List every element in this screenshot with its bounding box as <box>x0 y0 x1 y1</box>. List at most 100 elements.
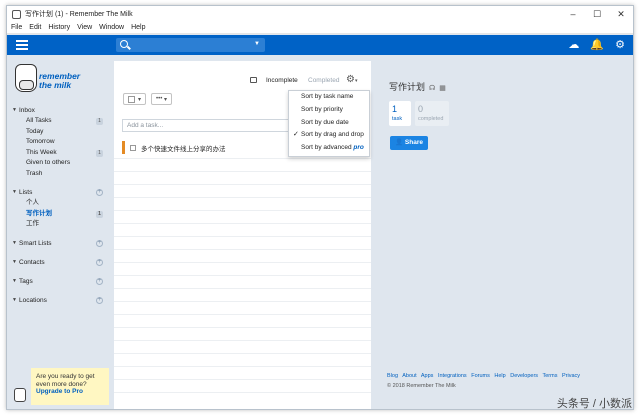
add-contact-icon[interactable]: + <box>96 259 103 266</box>
stat-tasks[interactable]: 1 task <box>389 101 411 126</box>
menu-file[interactable]: File <box>11 24 22 31</box>
footer-link-about[interactable]: About <box>402 373 416 379</box>
sort-by-priority[interactable]: Sort by priority <box>289 104 369 117</box>
sidebar: rememberthe milk ▼ Inbox All Tasks1 Toda… <box>7 55 111 410</box>
window-title: 写作计划 (1) - Remember The Milk <box>25 9 133 19</box>
footer-link-apps[interactable]: Apps <box>421 373 434 379</box>
list-rule <box>114 379 371 380</box>
list-rule <box>114 314 371 315</box>
cloud-sync-icon[interactable]: ☁ <box>568 38 579 52</box>
menu-view[interactable]: View <box>77 24 92 31</box>
footer-link-privacy[interactable]: Privacy <box>562 373 580 379</box>
copyright-text: © 2018 Remember The Milk <box>387 383 456 389</box>
more-actions-button[interactable]: ••• ▾ <box>151 93 172 105</box>
add-location-icon[interactable]: + <box>96 297 103 304</box>
menu-help[interactable]: Help <box>131 24 145 31</box>
bell-icon[interactable]: 🔔 <box>590 38 604 52</box>
sort-by-advanced[interactable]: Sort by advanced pro <box>289 142 369 155</box>
print-icon[interactable] <box>250 77 257 83</box>
menu-bar: File Edit History View Window Help <box>7 22 633 34</box>
more-icon: ••• <box>156 96 162 102</box>
sidebar-section-smart-lists[interactable]: ▼ Smart Lists + <box>7 238 111 249</box>
sidebar-item-list-personal[interactable]: 个人 <box>7 198 111 209</box>
sidebar-item-all-tasks[interactable]: All Tasks1 <box>7 116 111 127</box>
footer-link-help[interactable]: Help <box>494 373 505 379</box>
footer-link-integrations[interactable]: Integrations <box>438 373 467 379</box>
top-icons: ☁ 🔔 ⚙ <box>557 38 625 52</box>
tab-incomplete[interactable]: Incomplete <box>266 77 298 84</box>
sort-by-task-name[interactable]: Sort by task name <box>289 91 369 104</box>
chevron-down-icon: ▾ <box>164 96 167 103</box>
tab-completed[interactable]: Completed <box>308 77 339 84</box>
list-title: 写作计划☊▦ <box>389 80 446 93</box>
sidebar-section-tags[interactable]: ▼ Tags + <box>7 276 111 287</box>
share-button[interactable]: 👤 Share <box>390 136 428 150</box>
footer-link-blog[interactable]: Blog <box>387 373 398 379</box>
list-rule <box>114 249 371 250</box>
rss-icon[interactable]: ☊ <box>429 85 435 92</box>
cow-logo-icon <box>15 64 37 92</box>
checkbox-icon <box>128 96 135 103</box>
menu-window[interactable]: Window <box>99 24 124 31</box>
hamburger-menu-icon[interactable] <box>16 40 28 50</box>
task-row[interactable]: 多个快速文件线上分享的办法 <box>122 141 294 154</box>
upgrade-to-pro-link[interactable]: Upgrade to Pro <box>36 388 83 395</box>
count-badge: 1 <box>96 150 103 157</box>
minimize-button[interactable]: – <box>561 6 585 22</box>
add-list-icon[interactable]: + <box>96 189 103 196</box>
sort-by-drag-and-drop[interactable]: ✓Sort by drag and drop <box>289 129 369 142</box>
list-rule <box>114 275 371 276</box>
top-bar: ▼ ☁ 🔔 ⚙ <box>7 35 633 55</box>
footer-link-terms[interactable]: Terms <box>543 373 558 379</box>
app-window: 写作计划 (1) - Remember The Milk – ☐ ✕ File … <box>6 5 634 410</box>
maximize-button[interactable]: ☐ <box>585 6 609 22</box>
list-rule <box>114 158 371 159</box>
sort-gear-button[interactable]: ⚙▾ <box>346 74 357 85</box>
sidebar-section-inbox[interactable]: ▼ Inbox <box>7 105 111 116</box>
sidebar-section-lists[interactable]: ▼ Lists + <box>7 187 111 198</box>
task-name: 多个快速文件线上分享的办法 <box>141 143 226 153</box>
list-rule <box>114 236 371 237</box>
sidebar-section-locations[interactable]: ▼ Locations + <box>7 295 111 306</box>
add-smart-list-icon[interactable]: + <box>96 240 103 247</box>
select-all-button[interactable]: ▾ <box>123 93 146 105</box>
triangle-down-icon: ▼ <box>12 238 17 249</box>
sidebar-item-list-writing-plan[interactable]: 写作计划1 <box>7 209 111 220</box>
sidebar-item-given-to-others[interactable]: Given to others <box>7 158 111 169</box>
sidebar-item-tomorrow[interactable]: Tomorrow <box>7 137 111 148</box>
list-rule <box>114 366 371 367</box>
stat-completed[interactable]: 0 completed <box>415 101 449 126</box>
chevron-down-icon[interactable]: ▼ <box>254 41 260 47</box>
add-task-input[interactable]: Add a task... <box>122 119 294 132</box>
list-rule <box>114 223 371 224</box>
list-detail-panel: 写作计划☊▦ 1 task 0 completed 👤 Share Blog A… <box>377 61 634 410</box>
rtm-logo: rememberthe milk <box>15 62 95 100</box>
list-rule <box>114 210 371 211</box>
search-input[interactable]: ▼ <box>116 38 265 52</box>
sidebar-item-this-week[interactable]: This Week1 <box>7 148 111 159</box>
watermark-text: 头条号 / 小数派 <box>557 395 632 411</box>
gear-icon: ⚙ <box>346 74 355 85</box>
cow-icon <box>14 388 26 402</box>
list-rule <box>114 353 371 354</box>
footer-link-developers[interactable]: Developers <box>510 373 538 379</box>
task-checkbox[interactable] <box>130 145 136 151</box>
sidebar-section-contacts[interactable]: ▼ Contacts + <box>7 257 111 268</box>
upgrade-promo: Are you ready to get even more done? Upg… <box>31 368 109 405</box>
close-button[interactable]: ✕ <box>609 6 633 22</box>
settings-gear-icon[interactable]: ⚙ <box>615 38 625 52</box>
footer-links: Blog About Apps Integrations Forums Help… <box>387 373 583 379</box>
list-rule <box>114 340 371 341</box>
title-bar: 写作计划 (1) - Remember The Milk – ☐ ✕ <box>7 6 633 22</box>
footer-link-forums[interactable]: Forums <box>471 373 490 379</box>
chevron-down-icon: ▾ <box>138 96 141 103</box>
add-tag-icon[interactable]: + <box>96 278 103 285</box>
calendar-icon[interactable]: ▦ <box>439 85 446 92</box>
menu-edit[interactable]: Edit <box>29 24 41 31</box>
sort-by-due-date[interactable]: Sort by due date <box>289 117 369 130</box>
sidebar-item-list-work[interactable]: 工作 <box>7 219 111 230</box>
sidebar-item-trash[interactable]: Trash <box>7 169 111 180</box>
window-controls: – ☐ ✕ <box>561 6 633 22</box>
menu-history[interactable]: History <box>48 24 70 31</box>
sidebar-item-today[interactable]: Today <box>7 127 111 138</box>
